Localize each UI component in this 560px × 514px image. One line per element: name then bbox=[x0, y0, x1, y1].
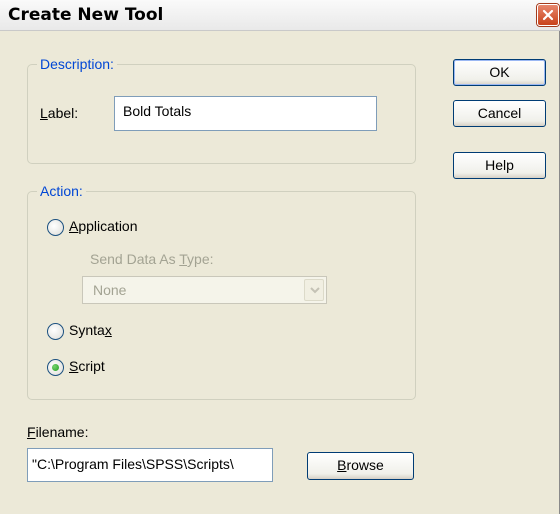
send-data-type-label: Send Data As Type: bbox=[90, 251, 214, 267]
dialog-title: Create New Tool bbox=[8, 5, 164, 25]
action-legend: Action: bbox=[40, 183, 83, 199]
send-data-type-value: None bbox=[93, 282, 127, 298]
syntax-label[interactable]: Syntax bbox=[69, 322, 112, 338]
cancel-button[interactable]: Cancel bbox=[453, 100, 546, 127]
label-input[interactable]: Bold Totals bbox=[114, 96, 377, 131]
application-label[interactable]: Application bbox=[69, 218, 138, 234]
send-data-type-select[interactable]: None bbox=[82, 276, 327, 304]
create-new-tool-dialog: Create New Tool Description: Label: Bold… bbox=[0, 0, 560, 514]
help-button[interactable]: Help bbox=[453, 152, 546, 179]
application-radio[interactable] bbox=[47, 219, 64, 236]
close-button[interactable] bbox=[537, 4, 559, 26]
chevron-down-icon bbox=[310, 287, 320, 294]
script-label[interactable]: Script bbox=[69, 358, 105, 374]
script-radio-selected-dot bbox=[52, 364, 59, 371]
syntax-radio[interactable] bbox=[47, 323, 64, 340]
script-radio[interactable] bbox=[47, 359, 64, 376]
description-legend: Description: bbox=[40, 56, 114, 72]
send-data-type-dropdown-button[interactable] bbox=[304, 279, 324, 301]
filename-input[interactable]: "C:\Program Files\SPSS\Scripts\ bbox=[27, 448, 273, 482]
label-field-label: Label: bbox=[40, 105, 79, 121]
ok-button[interactable]: OK bbox=[453, 59, 546, 86]
close-icon bbox=[542, 9, 554, 21]
title-bar: Create New Tool bbox=[0, 0, 560, 31]
filename-label: Filename: bbox=[27, 424, 89, 440]
browse-button[interactable]: Browse bbox=[307, 452, 414, 480]
